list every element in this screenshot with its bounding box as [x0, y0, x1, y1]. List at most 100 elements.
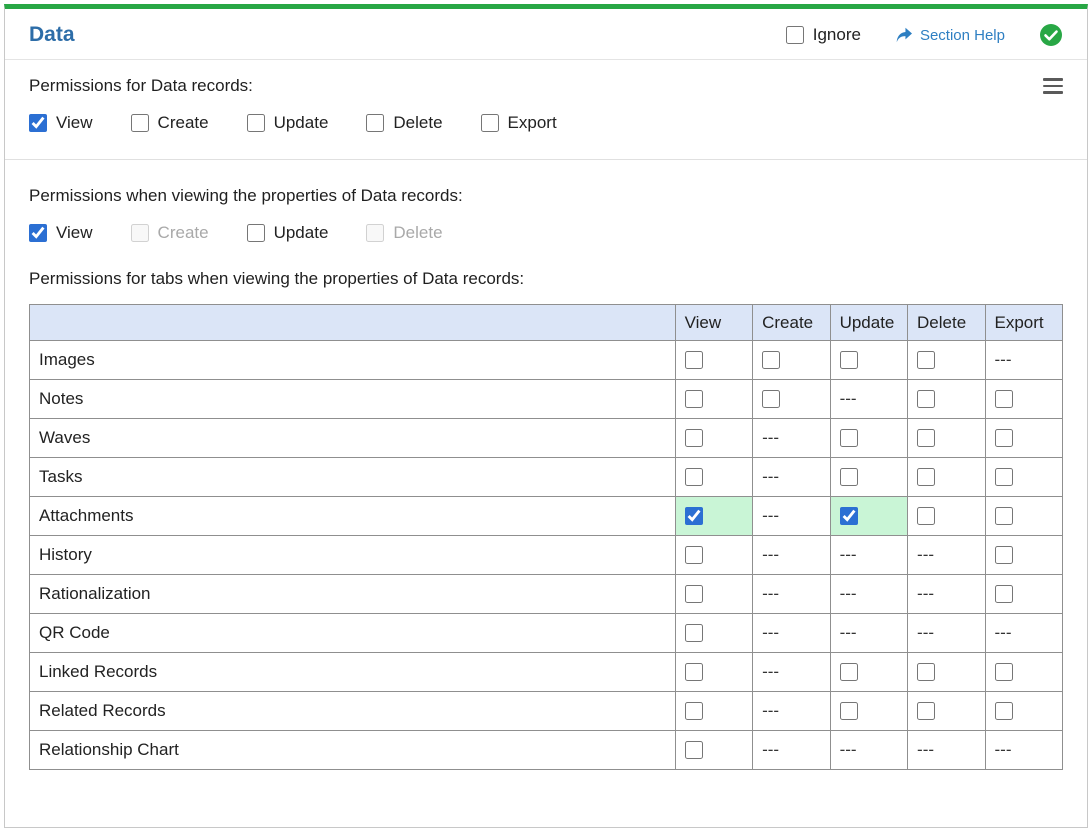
column-header-view: View — [674, 304, 754, 341]
cell-attachments-update — [829, 496, 909, 536]
cell-relationship-chart-update: --- — [829, 730, 909, 770]
table-corner-cell — [29, 304, 676, 341]
update-checkbox[interactable] — [246, 224, 265, 242]
create-checkbox[interactable] — [130, 114, 149, 132]
section-menu-icon[interactable] — [1043, 76, 1063, 96]
cell-tasks-delete — [907, 457, 986, 497]
permission-create: Create — [130, 223, 209, 243]
cell-related-records-create: --- — [752, 691, 831, 731]
data-permissions-panel: Data Ignore Section Help Permissions for… — [4, 4, 1088, 828]
create-checkbox — [130, 224, 149, 242]
cell-tasks-view — [674, 457, 754, 497]
permission-update[interactable]: Update — [246, 113, 328, 133]
waves-delete-checkbox[interactable] — [917, 429, 936, 447]
cell-related-records-delete — [907, 691, 986, 731]
cell-attachments-delete — [907, 496, 986, 536]
records-permissions-label: Permissions for Data records: — [29, 76, 253, 95]
cell-waves-export — [984, 418, 1063, 458]
tasks-export-checkbox[interactable] — [994, 468, 1013, 486]
attachments-view-checkbox[interactable] — [684, 507, 703, 525]
row-label-tasks: Tasks — [29, 457, 676, 497]
table-row-linked-records: Linked Records --- — [29, 652, 1063, 692]
permission-view[interactable]: View — [29, 113, 93, 133]
waves-view-checkbox[interactable] — [684, 429, 703, 447]
attachments-export-checkbox[interactable] — [994, 507, 1013, 525]
records-permissions-row: Permissions for Data records: — [29, 76, 1063, 96]
related-records-view-checkbox[interactable] — [684, 702, 703, 720]
linked-records-view-checkbox[interactable] — [684, 663, 703, 681]
tab-permissions-table: View Create Update Delete Export Images --- Not… — [29, 304, 1063, 770]
column-header-export: Export — [984, 304, 1063, 341]
view-checkbox[interactable] — [29, 224, 47, 242]
cell-images-delete — [907, 340, 986, 380]
cell-qr-code-view — [674, 613, 754, 653]
images-update-checkbox[interactable] — [839, 351, 858, 369]
related-records-update-checkbox[interactable] — [839, 702, 858, 720]
rationalization-export-checkbox[interactable] — [994, 585, 1013, 603]
notes-view-checkbox[interactable] — [684, 390, 703, 408]
images-view-checkbox[interactable] — [684, 351, 703, 369]
export-checkbox[interactable] — [480, 114, 499, 132]
cell-history-export — [984, 535, 1063, 575]
cell-rationalization-view — [674, 574, 754, 614]
ignore-label: Ignore — [812, 25, 861, 44]
waves-update-checkbox[interactable] — [839, 429, 858, 447]
linked-records-update-checkbox[interactable] — [839, 663, 858, 681]
tasks-delete-checkbox[interactable] — [917, 468, 936, 486]
cell-tasks-export — [984, 457, 1063, 497]
qr-code-view-checkbox[interactable] — [684, 624, 703, 642]
section-divider — [5, 159, 1087, 160]
ignore-checkbox-wrap[interactable]: Ignore — [785, 25, 861, 45]
linked-records-delete-checkbox[interactable] — [917, 663, 936, 681]
table-row-waves: Waves --- — [29, 418, 1063, 458]
attachments-update-checkbox[interactable] — [839, 507, 858, 525]
notes-export-checkbox[interactable] — [994, 390, 1013, 408]
rationalization-view-checkbox[interactable] — [684, 585, 703, 603]
column-header-create: Create — [752, 304, 831, 341]
panel-title: Data — [29, 23, 75, 46]
cell-linked-records-update — [829, 652, 909, 692]
cell-images-export: --- — [984, 340, 1063, 380]
tasks-view-checkbox[interactable] — [684, 468, 703, 486]
related-records-export-checkbox[interactable] — [994, 702, 1013, 720]
delete-checkbox-label: Delete — [393, 113, 443, 132]
view-checkbox-label: View — [56, 113, 93, 132]
waves-export-checkbox[interactable] — [994, 429, 1013, 447]
permission-update[interactable]: Update — [246, 223, 328, 243]
cell-linked-records-view — [674, 652, 754, 692]
row-label-relationship-chart: Relationship Chart — [29, 730, 676, 770]
section-help-link[interactable]: Section Help — [895, 27, 1005, 44]
create-checkbox-label: Create — [157, 113, 209, 132]
tasks-update-checkbox[interactable] — [839, 468, 858, 486]
notes-delete-checkbox[interactable] — [917, 390, 936, 408]
cell-history-update: --- — [829, 535, 909, 575]
history-export-checkbox[interactable] — [994, 546, 1013, 564]
permission-delete[interactable]: Delete — [366, 113, 443, 133]
images-delete-checkbox[interactable] — [917, 351, 936, 369]
history-view-checkbox[interactable] — [684, 546, 703, 564]
row-label-qr-code: QR Code — [29, 613, 676, 653]
records-permissions-group: View Create Update Delete Export — [29, 113, 1063, 133]
ignore-checkbox[interactable] — [785, 26, 804, 44]
view-checkbox[interactable] — [29, 114, 47, 132]
images-create-checkbox[interactable] — [762, 351, 781, 369]
panel-header: Data Ignore Section Help — [5, 9, 1087, 60]
permission-export[interactable]: Export — [480, 113, 557, 133]
update-checkbox[interactable] — [246, 114, 265, 132]
permission-view[interactable]: View — [29, 223, 93, 243]
linked-records-export-checkbox[interactable] — [994, 663, 1013, 681]
table-row-related-records: Related Records --- — [29, 691, 1063, 731]
cell-relationship-chart-view — [674, 730, 754, 770]
cell-notes-update: --- — [829, 379, 909, 419]
relationship-chart-view-checkbox[interactable] — [684, 741, 703, 759]
related-records-delete-checkbox[interactable] — [917, 702, 936, 720]
table-row-tasks: Tasks --- — [29, 457, 1063, 497]
cell-waves-delete — [907, 418, 986, 458]
permission-create[interactable]: Create — [130, 113, 209, 133]
cell-qr-code-create: --- — [752, 613, 831, 653]
notes-create-checkbox[interactable] — [762, 390, 781, 408]
attachments-delete-checkbox[interactable] — [917, 507, 936, 525]
table-row-notes: Notes --- — [29, 379, 1063, 419]
delete-checkbox[interactable] — [366, 114, 385, 132]
cell-related-records-export — [984, 691, 1063, 731]
